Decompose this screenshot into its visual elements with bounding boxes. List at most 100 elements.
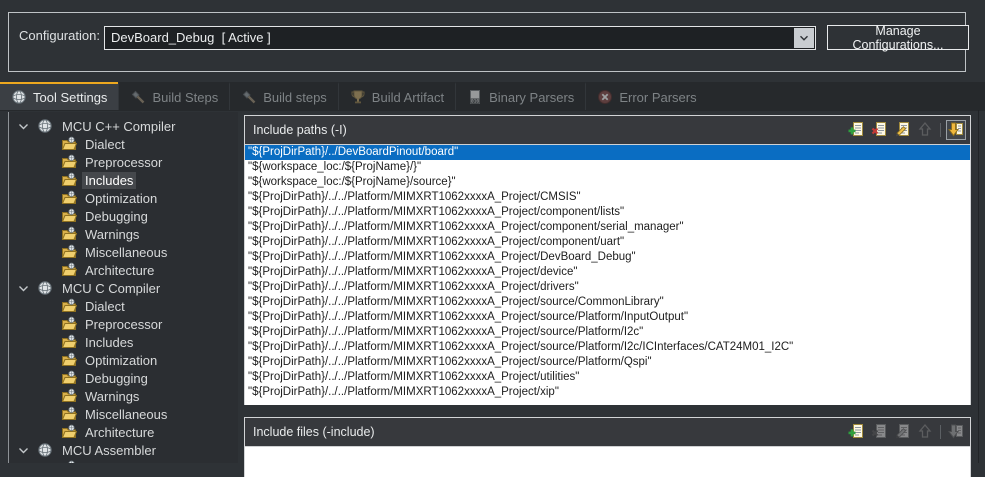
chevron-down-icon[interactable] [794,28,814,48]
tree-item-debugging[interactable]: Debugging [9,207,238,225]
tab-binary-parsers[interactable]: 010 Binary Parsers [455,82,585,110]
include-path-item[interactable]: "${ProjDirPath}/../DevBoardPinout/board" [245,145,970,160]
tree-item-architecture[interactable]: Architecture [9,423,238,441]
tab-label: Tool Settings [33,89,108,105]
tree-item-miscellaneous[interactable]: Miscellaneous [9,405,238,423]
settings-folder-icon [61,172,78,188]
tree-item-label: Preprocessor [85,316,163,332]
tree-item-debugging[interactable]: Debugging [9,369,238,387]
configuration-group: Configuration: DevBoard_Debug [ Active ]… [8,12,969,72]
edit-icon [894,121,910,140]
tool-settings-tree: MCU C++ Compiler Dialect Preprocessor Inclu… [8,112,238,463]
tree-item-miscellaneous[interactable]: Miscellaneous [9,243,238,261]
delete-button[interactable] [869,120,889,140]
tree-node-mcu-assembler[interactable]: MCU Assembler [9,441,238,459]
include-paths-toolbar [846,120,966,140]
include-path-item[interactable]: "${ProjDirPath}/../../Platform/MIMXRT106… [245,190,970,205]
include-path-item[interactable]: "${ProjDirPath}/../../Platform/MIMXRT106… [245,280,970,295]
tab-label: Build steps [263,89,327,105]
tab-bar: Tool Settings Build Steps Build steps Build… [0,82,985,111]
manage-configurations-button[interactable]: Manage Configurations... [827,24,969,52]
settings-folder-icon [61,136,78,152]
move-down-icon [948,423,964,442]
tree-item-preprocessor[interactable]: Preprocessor [9,315,238,333]
chevron-down-icon[interactable] [17,444,30,457]
tree-item-architecture[interactable]: Architecture [9,261,238,279]
settings-folder-icon [61,262,78,278]
tree-item-partial[interactable] [9,459,238,463]
trophy-icon [350,89,366,105]
chevron-down-icon[interactable] [17,282,30,295]
move-down-button[interactable] [946,120,966,140]
include-path-item[interactable]: "${ProjDirPath}/../../Platform/MIMXRT106… [245,235,970,250]
include-path-item[interactable]: "${ProjDirPath}/../../Platform/MIMXRT106… [245,340,970,355]
include-path-item[interactable]: "${ProjDirPath}/../../Platform/MIMXRT106… [245,265,970,280]
include-paths-header: Include paths (-I) [245,116,970,145]
settings-folder-icon [61,208,78,224]
include-path-item[interactable]: "${ProjDirPath}/../../Platform/MIMXRT106… [245,310,970,325]
settings-folder-icon [61,226,78,242]
tab-build-artifact[interactable]: Build Artifact [337,82,455,110]
edit-button[interactable] [892,120,912,140]
include-paths-title: Include paths (-I) [253,123,347,137]
tree-item-label: Architecture [85,424,155,440]
tree-item-label: Warnings [85,226,140,242]
include-path-item[interactable]: "${ProjDirPath}/../../Platform/MIMXRT106… [245,355,970,370]
settings-folder-icon [61,190,78,206]
tree-item-label: Includes [85,334,134,350]
include-path-item[interactable]: "${workspace_loc:/${ProjName}/}" [245,160,970,175]
delete-button [869,422,889,442]
tree-node-mcu-c-compiler[interactable]: MCU C++ Compiler [9,117,238,135]
add-button[interactable] [846,422,866,442]
scroll-area-edge [978,110,979,463]
include-path-item[interactable]: "${ProjDirPath}/../../Platform/MIMXRT106… [245,250,970,265]
include-paths-list: "${ProjDirPath}/../DevBoardPinout/board"… [245,145,970,405]
include-path-item[interactable]: "${ProjDirPath}/../../Platform/MIMXRT106… [245,295,970,310]
edit-button [892,422,912,442]
tree-item-includes[interactable]: Includes [9,333,238,351]
include-path-item[interactable]: "${ProjDirPath}/../../Platform/MIMXRT106… [245,385,970,400]
tree-item-warnings[interactable]: Warnings [9,387,238,405]
tree-item-dialect[interactable]: Dialect [9,135,238,153]
tree-item-optimization[interactable]: Optimization [9,351,238,369]
include-files-header: Include files (-include) [245,418,970,447]
move-up-icon [917,423,933,442]
tree-item-warnings[interactable]: Warnings [9,225,238,243]
settings-folder-icon [61,244,78,260]
tree-item-label: Warnings [85,388,140,404]
settings-folder-icon [61,154,78,170]
tree-item-label: Optimization [85,190,158,206]
tree-item-includes[interactable]: Includes [9,171,238,189]
svg-text:010: 010 [471,99,480,105]
include-path-item[interactable]: "${ProjDirPath}/../../Platform/MIMXRT106… [245,370,970,385]
tab-tool-settings[interactable]: Tool Settings [0,82,119,110]
tree-item-label: Dialect [85,136,125,152]
toolbar-separator [940,425,941,439]
settings-folder-icon [61,316,78,332]
settings-folder-icon [61,334,78,350]
tab-build-steps[interactable]: Build Steps [118,82,229,110]
tree-item-preprocessor[interactable]: Preprocessor [9,153,238,171]
tree-item-label: Architecture [85,262,155,278]
move-up-button [915,422,935,442]
tab-build-steps[interactable]: Build steps [229,82,338,110]
tree-item-dialect[interactable]: Dialect [9,297,238,315]
tree-node-mcu-c-compiler[interactable]: MCU C Compiler [9,279,238,297]
include-path-item[interactable]: "${ProjDirPath}/../../Platform/MIMXRT106… [245,325,970,340]
tab-label: Build Artifact [371,89,445,105]
settings-folder-icon [61,388,78,404]
tree-node-label: MCU C++ Compiler [62,118,176,134]
tree-item-label: Dialect [85,298,125,314]
configuration-select[interactable]: DevBoard_Debug [ Active ] [104,26,816,50]
tree-item-optimization[interactable]: Optimization [9,189,238,207]
include-path-item[interactable]: "${workspace_loc:/${ProjName}/source}" [245,175,970,190]
chevron-down-icon[interactable] [17,120,30,133]
tab-error-parsers[interactable]: Error Parsers [585,82,707,110]
tree-item-label: Optimization [85,352,158,368]
include-path-item[interactable]: "${ProjDirPath}/../../Platform/MIMXRT106… [245,205,970,220]
tree-item-label: Miscellaneous [85,244,168,260]
include-files-toolbar [846,422,966,442]
include-path-item[interactable]: "${ProjDirPath}/../../Platform/MIMXRT106… [245,220,970,235]
add-button[interactable] [846,120,866,140]
tree-node-label: MCU Assembler [62,442,156,458]
